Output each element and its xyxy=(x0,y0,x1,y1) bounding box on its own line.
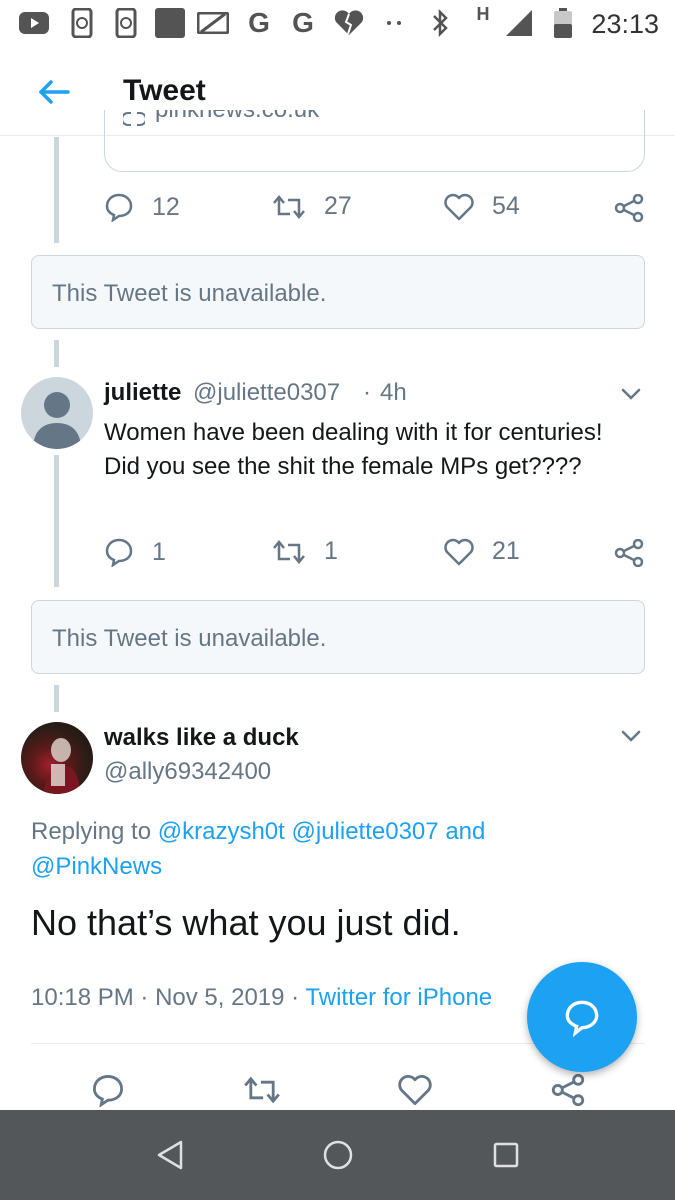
author-handle[interactable]: @juliette0307 xyxy=(193,379,340,407)
link-card-domain: pinknews.co.uk xyxy=(155,110,319,124)
retweet-icon xyxy=(273,194,305,219)
share-icon xyxy=(614,194,644,222)
google-icon: G xyxy=(292,7,314,38)
reply-icon[interactable] xyxy=(88,1070,128,1110)
broken-heart-icon xyxy=(332,8,366,38)
avatar[interactable] xyxy=(21,377,93,449)
mention-link[interactable]: @PinkNews xyxy=(31,853,162,880)
retweet-count: 1 xyxy=(324,537,338,565)
thread-line xyxy=(54,685,59,712)
system-nav-bar xyxy=(0,1110,675,1200)
battery-icon xyxy=(552,8,574,38)
mention-link[interactable]: @juliette0307 xyxy=(292,818,439,845)
phone-sync-icon xyxy=(68,8,96,38)
tweet-time: 4h xyxy=(380,379,407,406)
reply-icon xyxy=(105,193,133,222)
separator-dot: · xyxy=(363,379,371,406)
retweet-button[interactable]: 1 xyxy=(272,537,338,566)
retweet-icon[interactable] xyxy=(242,1070,282,1110)
phone-sync-icon xyxy=(112,8,140,38)
chevron-down-icon[interactable] xyxy=(618,726,644,746)
and-label: and xyxy=(445,818,486,845)
link-card[interactable]: pinknews.co.uk xyxy=(104,110,645,172)
mention-link[interactable]: @krazysh0t xyxy=(158,818,285,845)
status-bar: G G H 23:13 xyxy=(0,0,675,48)
google-icon: G xyxy=(248,7,270,38)
heart-icon xyxy=(444,538,474,565)
author-handle[interactable]: @ally69342400 xyxy=(104,758,271,786)
heart-icon xyxy=(444,193,474,220)
replying-to-label: Replying to xyxy=(31,818,152,845)
signal-icon xyxy=(504,8,534,38)
retweet-count: 27 xyxy=(324,192,352,220)
nav-recents-icon[interactable] xyxy=(486,1135,526,1175)
square-app-icon xyxy=(154,8,186,38)
thread-line xyxy=(54,137,59,243)
reply-count: 1 xyxy=(152,537,166,566)
page-title: Tweet xyxy=(123,74,206,107)
author-name[interactable]: walks like a duck xyxy=(104,724,299,752)
reply-button[interactable]: 12 xyxy=(104,192,180,222)
more-dots-icon xyxy=(382,8,406,38)
default-avatar-icon xyxy=(33,392,81,449)
youtube-icon xyxy=(18,8,50,38)
share-icon xyxy=(614,539,644,567)
tweet-text: No that’s what you just did. xyxy=(31,902,461,943)
replying-to: Replying to @krazysh0t @juliette0307 and… xyxy=(31,814,571,884)
unavailable-tweet-notice: This Tweet is unavailable. xyxy=(31,600,645,674)
tweet-meta: 10:18 PM · Nov 5, 2019 · Twitter for iPh… xyxy=(31,984,492,1012)
bluetooth-icon xyxy=(428,8,452,38)
avatar[interactable] xyxy=(21,722,93,794)
retweet-icon xyxy=(273,539,305,564)
reply-icon xyxy=(105,538,133,567)
tweet-text: Women have been dealing with it for cent… xyxy=(104,419,603,480)
heart-icon[interactable] xyxy=(395,1070,435,1110)
profile-photo-icon xyxy=(43,738,81,794)
reply-count: 12 xyxy=(152,192,180,221)
author-name[interactable]: juliette xyxy=(104,379,181,407)
back-arrow-icon[interactable] xyxy=(36,76,72,108)
compose-reply-button[interactable] xyxy=(527,962,637,1072)
share-icon[interactable] xyxy=(548,1070,588,1110)
status-time: 23:13 xyxy=(591,9,659,39)
compose-reply-icon xyxy=(565,1000,599,1037)
share-button[interactable] xyxy=(614,194,644,222)
tweet-source[interactable]: Twitter for iPhone xyxy=(305,984,492,1011)
like-count: 21 xyxy=(492,537,520,565)
photo-off-icon xyxy=(196,8,230,38)
network-type-label: H xyxy=(476,3,490,24)
reply-button[interactable]: 1 xyxy=(104,537,166,567)
like-button[interactable]: 21 xyxy=(444,537,520,566)
separator-dot: · xyxy=(140,984,149,1011)
thread-line xyxy=(54,340,59,367)
nav-home-icon[interactable] xyxy=(318,1135,358,1175)
retweet-button[interactable]: 27 xyxy=(272,192,352,221)
thread-line xyxy=(54,455,59,587)
unavailable-tweet-notice: This Tweet is unavailable. xyxy=(31,255,645,329)
separator-dot: · xyxy=(291,984,300,1011)
tweet-date: Nov 5, 2019 xyxy=(155,984,285,1011)
link-icon xyxy=(121,112,147,131)
nav-back-icon[interactable] xyxy=(150,1135,190,1175)
share-button[interactable] xyxy=(614,539,644,567)
tweet-time: 10:18 PM xyxy=(31,984,134,1011)
like-count: 54 xyxy=(492,192,520,220)
chevron-down-icon[interactable] xyxy=(618,384,644,404)
like-button[interactable]: 54 xyxy=(444,192,520,221)
